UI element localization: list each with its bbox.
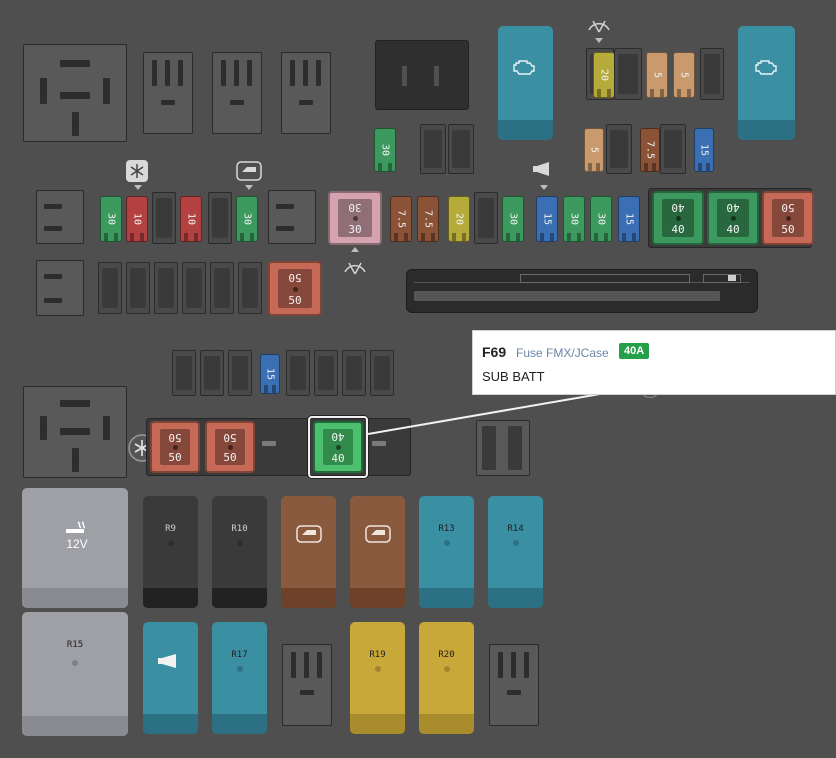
relay-r17[interactable]: R17 xyxy=(212,622,267,734)
callout-amperage-badge: 40A xyxy=(619,343,650,359)
relay-r19[interactable]: R19 xyxy=(350,622,405,734)
window-icon xyxy=(296,525,322,543)
relay-r9[interactable]: R9 xyxy=(143,496,198,608)
relay-12v-label: 12V xyxy=(66,537,88,551)
relay-r20[interactable]: R20 xyxy=(419,622,474,734)
window-icon xyxy=(365,525,391,543)
cigarette-lighter-icon xyxy=(66,521,86,533)
fuse-box-diagram: 20 5 5 5 7.5 15 30 30 10 10 30 30 30 7.5 7.5 20 30… xyxy=(0,0,836,758)
relay-window-1[interactable] xyxy=(281,496,336,608)
relay-r13[interactable]: R13 xyxy=(419,496,474,608)
fuse-callout: F69 Fuse FMX/JCase 40A SUB BATT xyxy=(472,330,836,395)
relay-r15[interactable]: R15 xyxy=(22,612,128,736)
relay-window-2[interactable] xyxy=(350,496,405,608)
relay-r14[interactable]: R14 xyxy=(488,496,543,608)
callout-description: SUB BATT xyxy=(482,369,545,384)
relay-horn[interactable] xyxy=(143,622,198,734)
horn-icon xyxy=(158,654,176,668)
callout-code: F69 xyxy=(482,344,507,360)
callout-kind[interactable]: Fuse FMX/JCase xyxy=(516,346,609,360)
relay-r10[interactable]: R10 xyxy=(212,496,267,608)
